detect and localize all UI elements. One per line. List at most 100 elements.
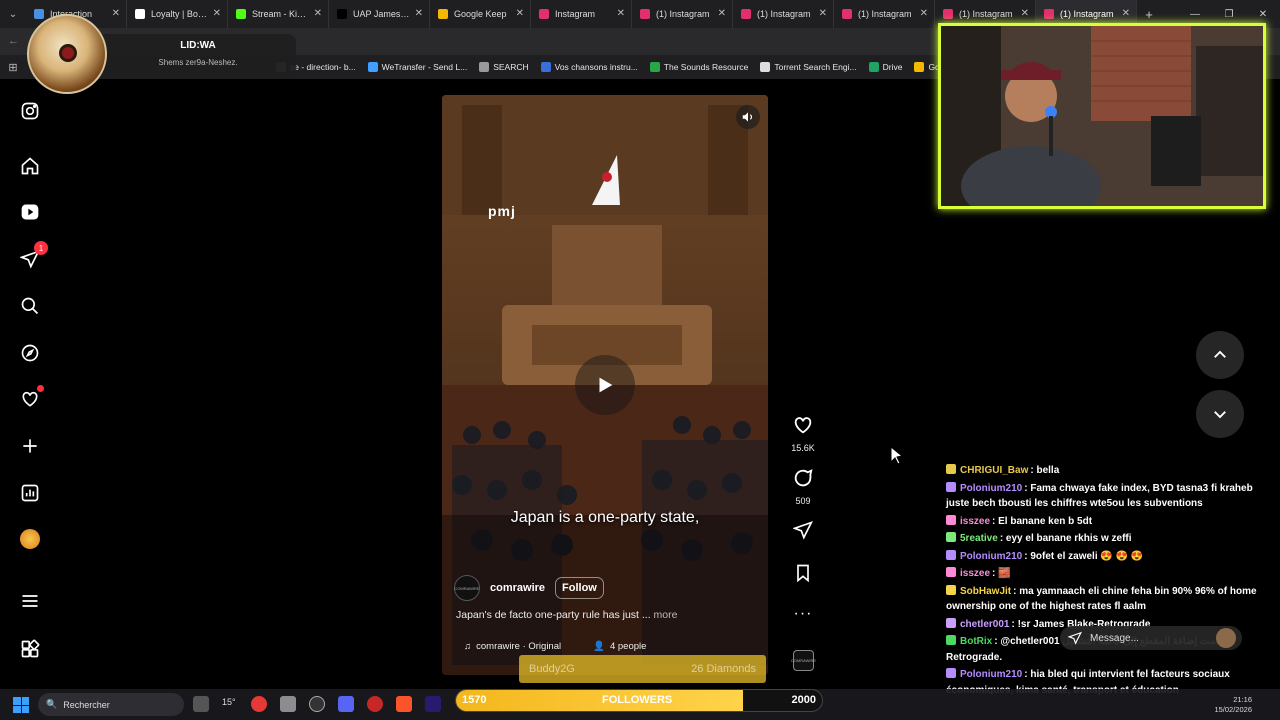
dashboard-icon[interactable] bbox=[18, 481, 42, 505]
chat-username[interactable]: isszee bbox=[960, 516, 990, 527]
chat-username[interactable]: SobHawJit bbox=[960, 586, 1011, 597]
tab-close-icon[interactable]: ✕ bbox=[617, 8, 625, 19]
user-badge-icon bbox=[946, 464, 956, 474]
weather-widget[interactable]: 15° bbox=[222, 697, 238, 713]
taskbar-search-input[interactable]: 🔍 Rechercher bbox=[38, 693, 184, 716]
file-explorer-icon[interactable] bbox=[280, 696, 296, 712]
new-tab-icon[interactable]: + bbox=[1137, 7, 1161, 22]
tagged-people[interactable]: 👤 4 people bbox=[593, 641, 662, 652]
browser-tab[interactable]: Google Keep ✕ bbox=[430, 0, 531, 28]
heart-icon bbox=[794, 417, 812, 434]
create-plus-icon[interactable] bbox=[18, 434, 42, 458]
instagram-logo-icon[interactable] bbox=[18, 99, 42, 123]
next-reel-button[interactable] bbox=[1196, 390, 1244, 438]
tab-title: (1) Instagram bbox=[656, 9, 710, 19]
home-icon[interactable] bbox=[18, 154, 42, 178]
followers-goal-bar: 1570 FOLLOWERS 2000 bbox=[455, 689, 823, 712]
like-button[interactable]: 15.6K bbox=[786, 414, 820, 453]
browser-tab[interactable]: (1) Instagram ✕ bbox=[834, 0, 935, 28]
browser-tab[interactable]: (1) Instagram ✕ bbox=[632, 0, 733, 28]
browser-tab[interactable]: Stream - Kick D ✕ bbox=[228, 0, 329, 28]
premiere-icon[interactable] bbox=[425, 696, 441, 712]
previous-reel-button[interactable] bbox=[1196, 331, 1244, 379]
direct-messages-icon[interactable]: 1 bbox=[18, 241, 48, 271]
play-icon[interactable] bbox=[575, 355, 635, 415]
chat-username[interactable]: Polonium210 bbox=[960, 483, 1022, 494]
menu-icon[interactable] bbox=[18, 589, 42, 613]
browser-tab[interactable]: (1) Instagram ✕ bbox=[733, 0, 834, 28]
browser-tab[interactable]: Loyalty | BotRix ✕ bbox=[127, 0, 228, 28]
author-avatar[interactable]: COMRAWIRE bbox=[454, 575, 480, 601]
chat-username[interactable]: CHRIGUI_Baw bbox=[960, 465, 1028, 476]
bookmark-label: Torrent Search Engi... bbox=[774, 62, 857, 72]
tab-close-icon[interactable]: ✕ bbox=[920, 8, 928, 19]
tab-search-icon[interactable]: ⌄ bbox=[0, 0, 26, 28]
apps-grid-icon[interactable]: ⊞ bbox=[0, 61, 26, 74]
back-icon[interactable]: ← bbox=[8, 35, 19, 47]
tab-close-icon[interactable]: ✕ bbox=[1122, 8, 1130, 19]
people-label: 4 people bbox=[609, 641, 647, 652]
tab-favicon-icon bbox=[943, 9, 953, 19]
now-playing-song: Shems zer9a-Neshez. bbox=[158, 58, 238, 67]
audio-link[interactable]: ♫ comrawire · Original bbox=[464, 641, 577, 652]
tab-title: Stream - Kick D bbox=[252, 9, 310, 19]
browser-tab[interactable]: Instagram ✕ bbox=[531, 0, 632, 28]
tab-close-icon[interactable]: ✕ bbox=[112, 8, 120, 19]
chat-username[interactable]: BotRix bbox=[960, 636, 992, 647]
search-icon[interactable] bbox=[18, 294, 42, 318]
save-button[interactable] bbox=[786, 563, 820, 588]
author-name[interactable]: comrawire bbox=[490, 582, 545, 594]
mute-toggle-icon[interactable] bbox=[736, 105, 760, 129]
bookmark-item[interactable]: Torrent Search Engi... bbox=[760, 62, 857, 72]
bookmark-item[interactable]: Vos chansons instru... bbox=[540, 62, 638, 72]
bookmark-label: Vos chansons instru... bbox=[554, 62, 638, 72]
share-button[interactable] bbox=[786, 520, 820, 545]
tab-close-icon[interactable]: ✕ bbox=[819, 8, 827, 19]
bookmark-label: se - direction- b... bbox=[290, 62, 356, 72]
notifications-heart-icon[interactable] bbox=[18, 385, 44, 411]
app-red-icon[interactable] bbox=[367, 696, 383, 712]
follow-button[interactable]: Follow bbox=[555, 577, 604, 599]
windows-start-icon[interactable] bbox=[13, 697, 29, 713]
more-options-icon[interactable]: ··· bbox=[786, 605, 820, 623]
app-icon[interactable] bbox=[309, 696, 325, 712]
browser-tab[interactable]: UAP James on ✕ bbox=[329, 0, 430, 28]
tab-close-icon[interactable]: ✕ bbox=[314, 8, 322, 19]
bookmark-favicon-icon bbox=[479, 62, 490, 72]
task-view-icon[interactable] bbox=[193, 696, 209, 712]
more-link[interactable]: more bbox=[654, 609, 678, 621]
brave-icon[interactable] bbox=[396, 696, 412, 712]
tab-close-icon[interactable]: ✕ bbox=[1021, 8, 1029, 19]
chat-username[interactable]: Polonium210 bbox=[960, 551, 1022, 562]
bookmark-item[interactable]: WeTransfer - Send L... bbox=[367, 62, 467, 72]
bookmark-item[interactable]: The Sounds Resource bbox=[649, 62, 748, 72]
reels-icon[interactable] bbox=[18, 200, 42, 224]
profile-avatar[interactable] bbox=[18, 527, 42, 551]
donation-amount: 26 Diamonds bbox=[691, 663, 756, 675]
messages-pill[interactable]: Message... bbox=[1060, 626, 1242, 650]
more-apps-icon[interactable] bbox=[18, 637, 42, 661]
user-badge-icon bbox=[946, 514, 956, 525]
reel-description: Japan's de facto one-party rule has just… bbox=[456, 609, 677, 621]
bookmark-item[interactable]: Drive bbox=[868, 62, 902, 72]
reel-video[interactable]: pmj Japan is a one-party state, COMRAWIR… bbox=[442, 95, 768, 675]
tab-close-icon[interactable]: ✕ bbox=[718, 8, 726, 19]
chat-username[interactable]: Polonium210 bbox=[960, 669, 1022, 680]
notification-dot bbox=[37, 385, 44, 392]
chat-username[interactable]: chetler001 bbox=[960, 619, 1009, 630]
chat-username[interactable]: isszee bbox=[960, 568, 990, 579]
taskbar-clock[interactable]: 21:16 15/02/2026 bbox=[1214, 695, 1252, 715]
tab-close-icon[interactable]: ✕ bbox=[415, 8, 423, 19]
comment-button[interactable]: 509 bbox=[786, 467, 820, 506]
chat-message: isszee: El banane ken b 5dt bbox=[940, 513, 1280, 531]
bookmark-item[interactable]: SEARCH bbox=[479, 62, 529, 72]
tab-close-icon[interactable]: ✕ bbox=[516, 8, 524, 19]
tab-favicon-icon bbox=[34, 9, 44, 19]
opera-icon[interactable] bbox=[251, 696, 267, 712]
explore-compass-icon[interactable] bbox=[18, 341, 42, 365]
discord-icon[interactable] bbox=[338, 696, 354, 712]
tab-close-icon[interactable]: ✕ bbox=[213, 8, 221, 19]
audio-thumbnail[interactable]: COMRAWIRE bbox=[791, 650, 816, 671]
taskbar-search-placeholder: Rechercher bbox=[63, 699, 110, 710]
chat-username[interactable]: 5reative bbox=[960, 533, 998, 544]
